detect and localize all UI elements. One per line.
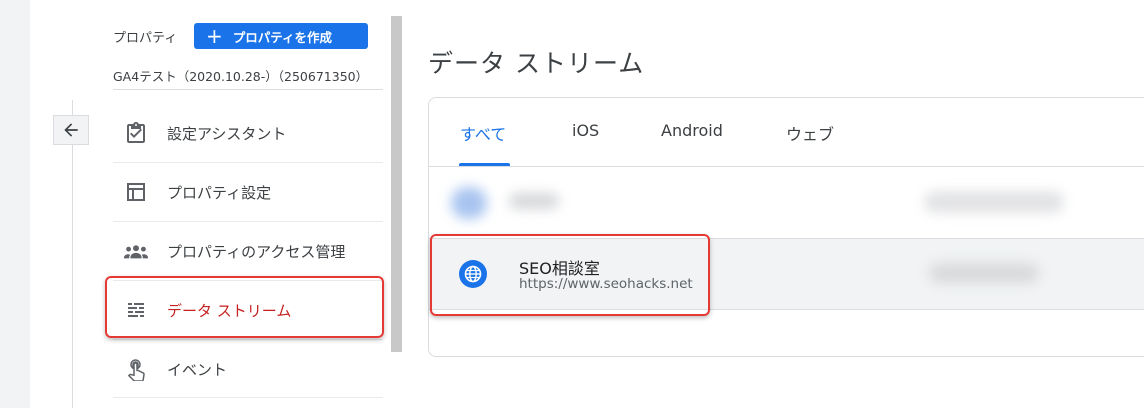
touch-icon — [123, 356, 149, 382]
nav-item-label: 設定アシスタント — [167, 124, 287, 143]
nav-item-label: プロパティ設定 — [167, 183, 272, 202]
scrollbar[interactable] — [391, 16, 402, 352]
globe-icon — [459, 260, 487, 288]
nav-rail-line — [72, 100, 73, 408]
nav-item-access-management[interactable]: プロパティのアクセス管理 — [113, 222, 383, 280]
stream-url: https://www.seohacks.net — [519, 276, 693, 292]
nav-item-data-streams[interactable]: データ ストリーム — [113, 281, 383, 339]
blurred-text — [929, 263, 1039, 283]
blurred-text — [924, 191, 1064, 213]
nav-item-label: プロパティのアクセス管理 — [167, 242, 346, 261]
tab-web[interactable]: ウェブ — [786, 121, 834, 145]
nav-item-setup-assistant[interactable]: 設定アシスタント — [113, 104, 383, 162]
blurred-text — [509, 193, 559, 209]
divider — [113, 397, 383, 398]
divider — [429, 309, 1144, 310]
tab-all[interactable]: すべて — [460, 121, 506, 145]
divider — [113, 89, 383, 90]
people-icon — [123, 238, 149, 264]
back-button[interactable] — [53, 115, 89, 145]
create-property-label: プロパティを作成 — [232, 29, 333, 45]
blurred-icon — [451, 187, 487, 219]
page-title: データ ストリーム — [428, 49, 645, 78]
left-gutter — [0, 0, 30, 408]
nav-item-label: データ ストリーム — [167, 301, 292, 320]
create-property-button[interactable]: + プロパティを作成 — [194, 23, 368, 49]
blurred-stream-row[interactable] — [429, 167, 1144, 237]
tab-ios[interactable]: iOS — [572, 121, 599, 140]
layout-icon — [123, 179, 149, 205]
tab-android[interactable]: Android — [661, 121, 723, 140]
nav-item-label: イベント — [167, 360, 228, 379]
nav-item-property-settings[interactable]: プロパティ設定 — [113, 163, 383, 221]
nav-item-events[interactable]: イベント — [113, 340, 383, 398]
arrow-left-icon — [64, 123, 78, 137]
plus-icon: + — [206, 24, 223, 48]
data-stream-icon — [123, 297, 149, 323]
property-name: GA4テスト（2020.10.28-）（250671350） — [113, 69, 369, 84]
property-label: プロパティ — [113, 31, 178, 46]
clipboard-check-icon — [123, 120, 149, 146]
